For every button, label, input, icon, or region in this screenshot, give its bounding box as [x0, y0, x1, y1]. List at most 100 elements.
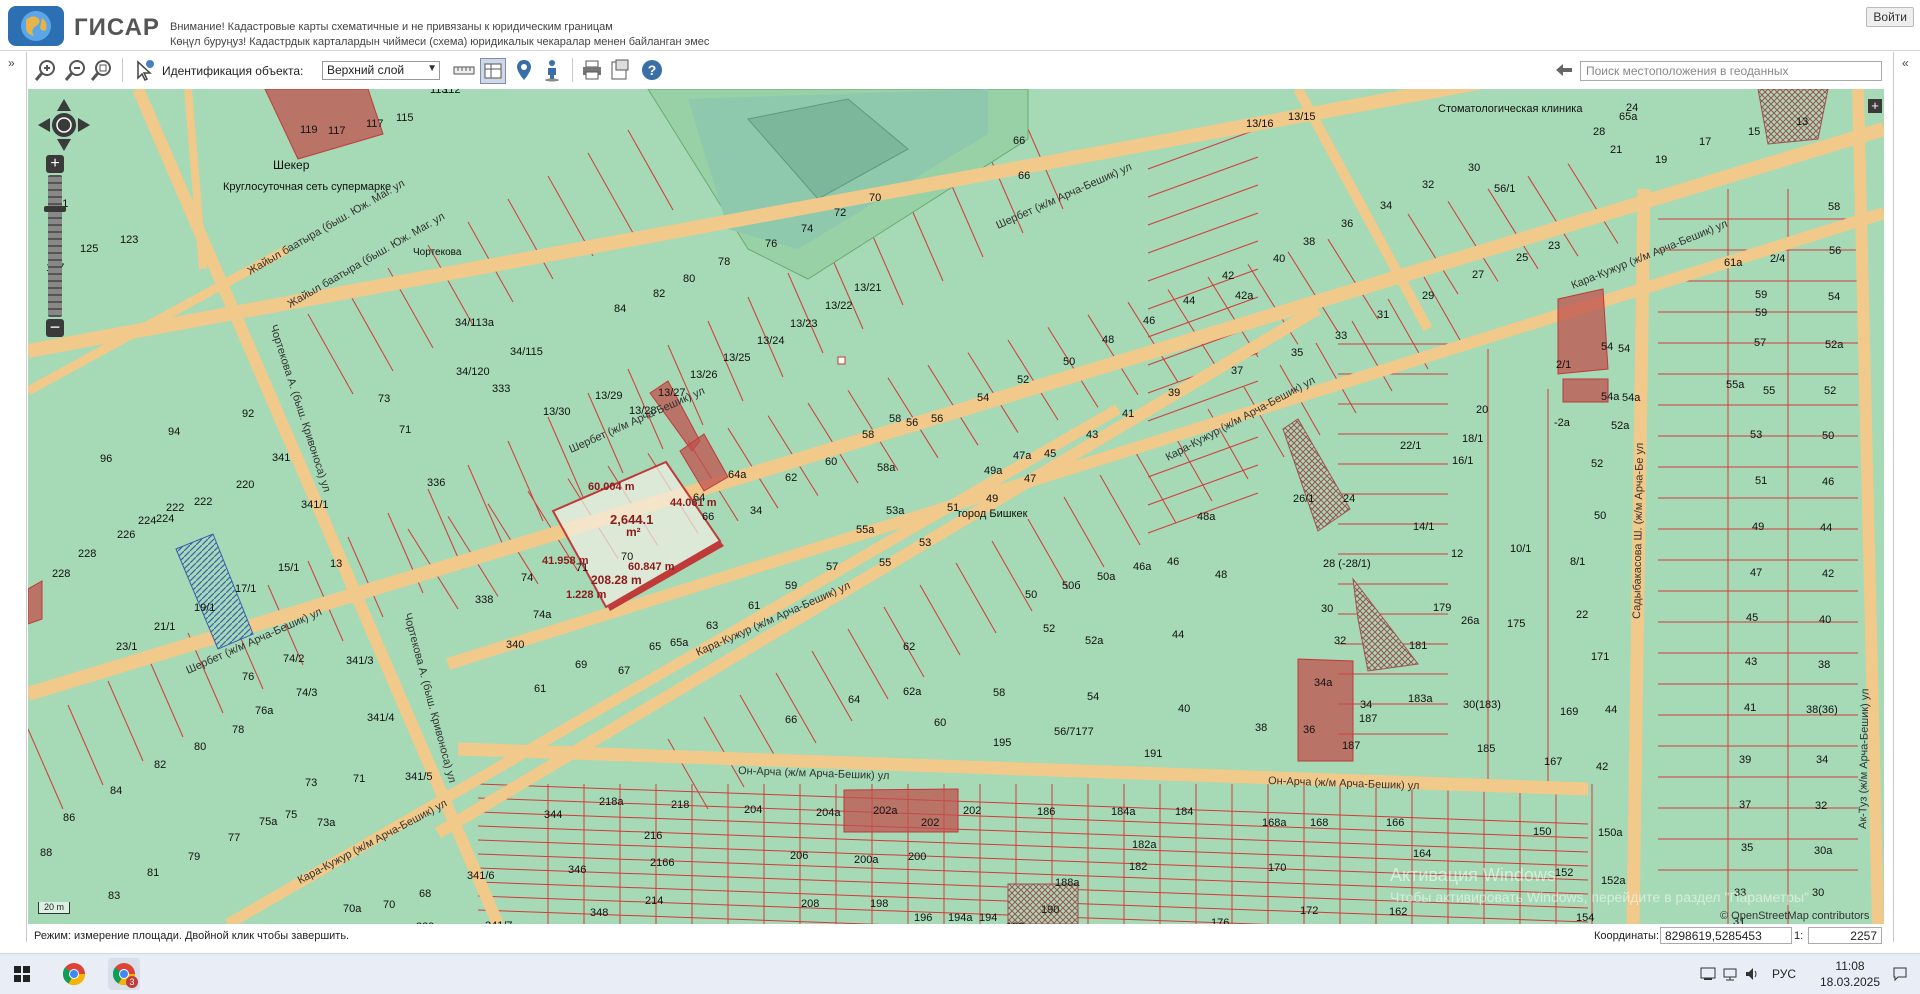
- logo-icon: [8, 6, 64, 46]
- expand-right-icon[interactable]: »: [8, 56, 15, 70]
- notifications-icon[interactable]: [1892, 966, 1908, 982]
- parcel-number: 2/4: [1770, 253, 1785, 265]
- parcel-number: 58: [993, 687, 1005, 699]
- zoom-in-icon[interactable]: [34, 58, 58, 82]
- layer-select[interactable]: Верхний слой ▼: [322, 61, 440, 80]
- coords-field[interactable]: 8298619,5285453: [1660, 927, 1792, 944]
- parcel-number: 50: [1594, 510, 1606, 522]
- geo-search-input[interactable]: Поиск местоположения в геоданных: [1580, 61, 1882, 81]
- parcel-number: 38: [1255, 722, 1267, 734]
- person-icon[interactable]: [540, 58, 564, 82]
- network-icon[interactable]: [1722, 966, 1738, 982]
- mode-text: Режим: измерение площади. Двойной клик ч…: [34, 930, 350, 942]
- parcel-number: 152: [1555, 867, 1573, 879]
- zoom-out-button[interactable]: −: [46, 318, 64, 337]
- measure-area-icon[interactable]: [480, 58, 506, 84]
- parcel-number: 115: [396, 112, 414, 124]
- parcel-number: 70: [869, 192, 881, 204]
- left-panel-toggle[interactable]: »: [0, 52, 27, 942]
- parcel-number: 68: [419, 888, 431, 900]
- parcel-number: 13/15: [1288, 111, 1316, 123]
- parcel-number: 76: [242, 671, 254, 683]
- tray-chevron-icon[interactable]: [1700, 966, 1716, 982]
- zoom-slider[interactable]: [48, 175, 62, 317]
- parcel-boundary: [67, 704, 104, 786]
- windows-start-icon[interactable]: [14, 966, 30, 982]
- chrome-icon[interactable]: [62, 962, 86, 986]
- parcel-number: 214: [645, 895, 663, 907]
- parcel-number: 58: [862, 429, 874, 441]
- chrome-active-tile[interactable]: 3: [108, 958, 140, 990]
- parcel-number: 64: [848, 694, 860, 706]
- parcel-number: 166: [1386, 817, 1404, 829]
- parcel-number: 53: [919, 537, 931, 549]
- location-pin-icon[interactable]: [512, 58, 536, 82]
- parcel-number: 169: [1560, 706, 1578, 718]
- help-icon[interactable]: ?: [640, 58, 664, 82]
- measure-length-icon[interactable]: [452, 58, 476, 82]
- print-icon[interactable]: [580, 58, 604, 82]
- back-icon[interactable]: [1552, 58, 1576, 82]
- parcel-number: 34: [1360, 699, 1372, 711]
- parcel-number: -2a: [1554, 417, 1571, 429]
- cadastral-map[interactable]: 113 119 117 117 115 66 66 13/16 13/15 24 21 19 17 15 1…: [28, 89, 1884, 924]
- zoom-extent-icon[interactable]: [90, 58, 114, 82]
- parcel-boundary: [947, 176, 984, 258]
- parcel-number: 86: [63, 812, 75, 824]
- parcel-number: 222: [166, 502, 184, 514]
- speaker-icon[interactable]: [1744, 966, 1760, 982]
- right-panel-toggle[interactable]: «: [1893, 52, 1920, 942]
- parcel-number: 27: [1472, 269, 1484, 281]
- parcel-number: 66: [1013, 135, 1025, 147]
- pan-control[interactable]: [36, 97, 92, 153]
- parcel-number: 339a: [416, 921, 441, 924]
- parcel-number: 185: [1477, 743, 1495, 755]
- status-bar: Режим: измерение площади. Двойной клик ч…: [28, 926, 1890, 946]
- parcel-number: 24: [1343, 493, 1355, 505]
- parcel-boundary: [587, 152, 634, 234]
- parcel-number: 71: [353, 773, 365, 785]
- layer-switcher-button[interactable]: +: [1868, 99, 1882, 113]
- parcel-number: 167: [1544, 756, 1562, 768]
- parcel-number: 176: [1211, 917, 1229, 924]
- parcel-number: 13/24: [757, 335, 785, 347]
- zoom-slider-handle[interactable]: [44, 206, 66, 212]
- parcel-number: 45: [1746, 612, 1758, 624]
- clock-time[interactable]: 11:08: [1826, 959, 1874, 973]
- parcel-number: 83: [108, 890, 120, 902]
- parcel-boundary: [775, 672, 817, 744]
- parcel-number: 74: [521, 572, 533, 584]
- parcel-boundary: [787, 272, 824, 354]
- parcel-number: 50б: [1062, 580, 1081, 592]
- scale-field[interactable]: 2257: [1808, 927, 1882, 944]
- zoom-out-icon[interactable]: [64, 58, 88, 82]
- export-icon[interactable]: [608, 58, 632, 82]
- identify-icon[interactable]: [132, 58, 156, 82]
- parcel-boundary: [1099, 474, 1141, 546]
- parcel-number: 72: [834, 207, 846, 219]
- parcel-number: 56/1: [1494, 183, 1515, 195]
- parcel-number: 183a: [1408, 693, 1433, 705]
- poi-label: Стоматологическая клиника: [1438, 103, 1583, 115]
- parcel-number: 13: [1796, 116, 1808, 128]
- coords-label: Координаты:: [1594, 930, 1660, 942]
- parcel-boundary: [811, 650, 853, 722]
- parcel-number: 60: [825, 456, 837, 468]
- clock-date[interactable]: 18.03.2025: [1818, 975, 1882, 989]
- parcel-number: 2/1: [1556, 359, 1571, 371]
- login-button[interactable]: Войти: [1866, 7, 1914, 27]
- parcel-number: 218a: [599, 796, 624, 808]
- zoom-in-button[interactable]: +: [46, 155, 64, 173]
- parcel-number: 336: [427, 477, 445, 489]
- parcel-number: 17/1: [235, 583, 256, 595]
- poi-label: Шекер: [273, 158, 310, 172]
- parcel-number: 44: [1605, 704, 1617, 716]
- map-canvas[interactable]: 113119 117117 115666613/1613/1524211917151…: [28, 89, 1884, 924]
- parcel-number: 150: [1533, 826, 1551, 838]
- expand-left-icon[interactable]: «: [1902, 56, 1909, 70]
- parcel-number: 22/1: [1400, 440, 1421, 452]
- chevron-down-icon: ▼: [427, 63, 437, 74]
- language-indicator[interactable]: РУС: [1772, 967, 1796, 981]
- parcel-number: 19: [1655, 154, 1667, 166]
- chrome-badge: 3: [126, 976, 138, 988]
